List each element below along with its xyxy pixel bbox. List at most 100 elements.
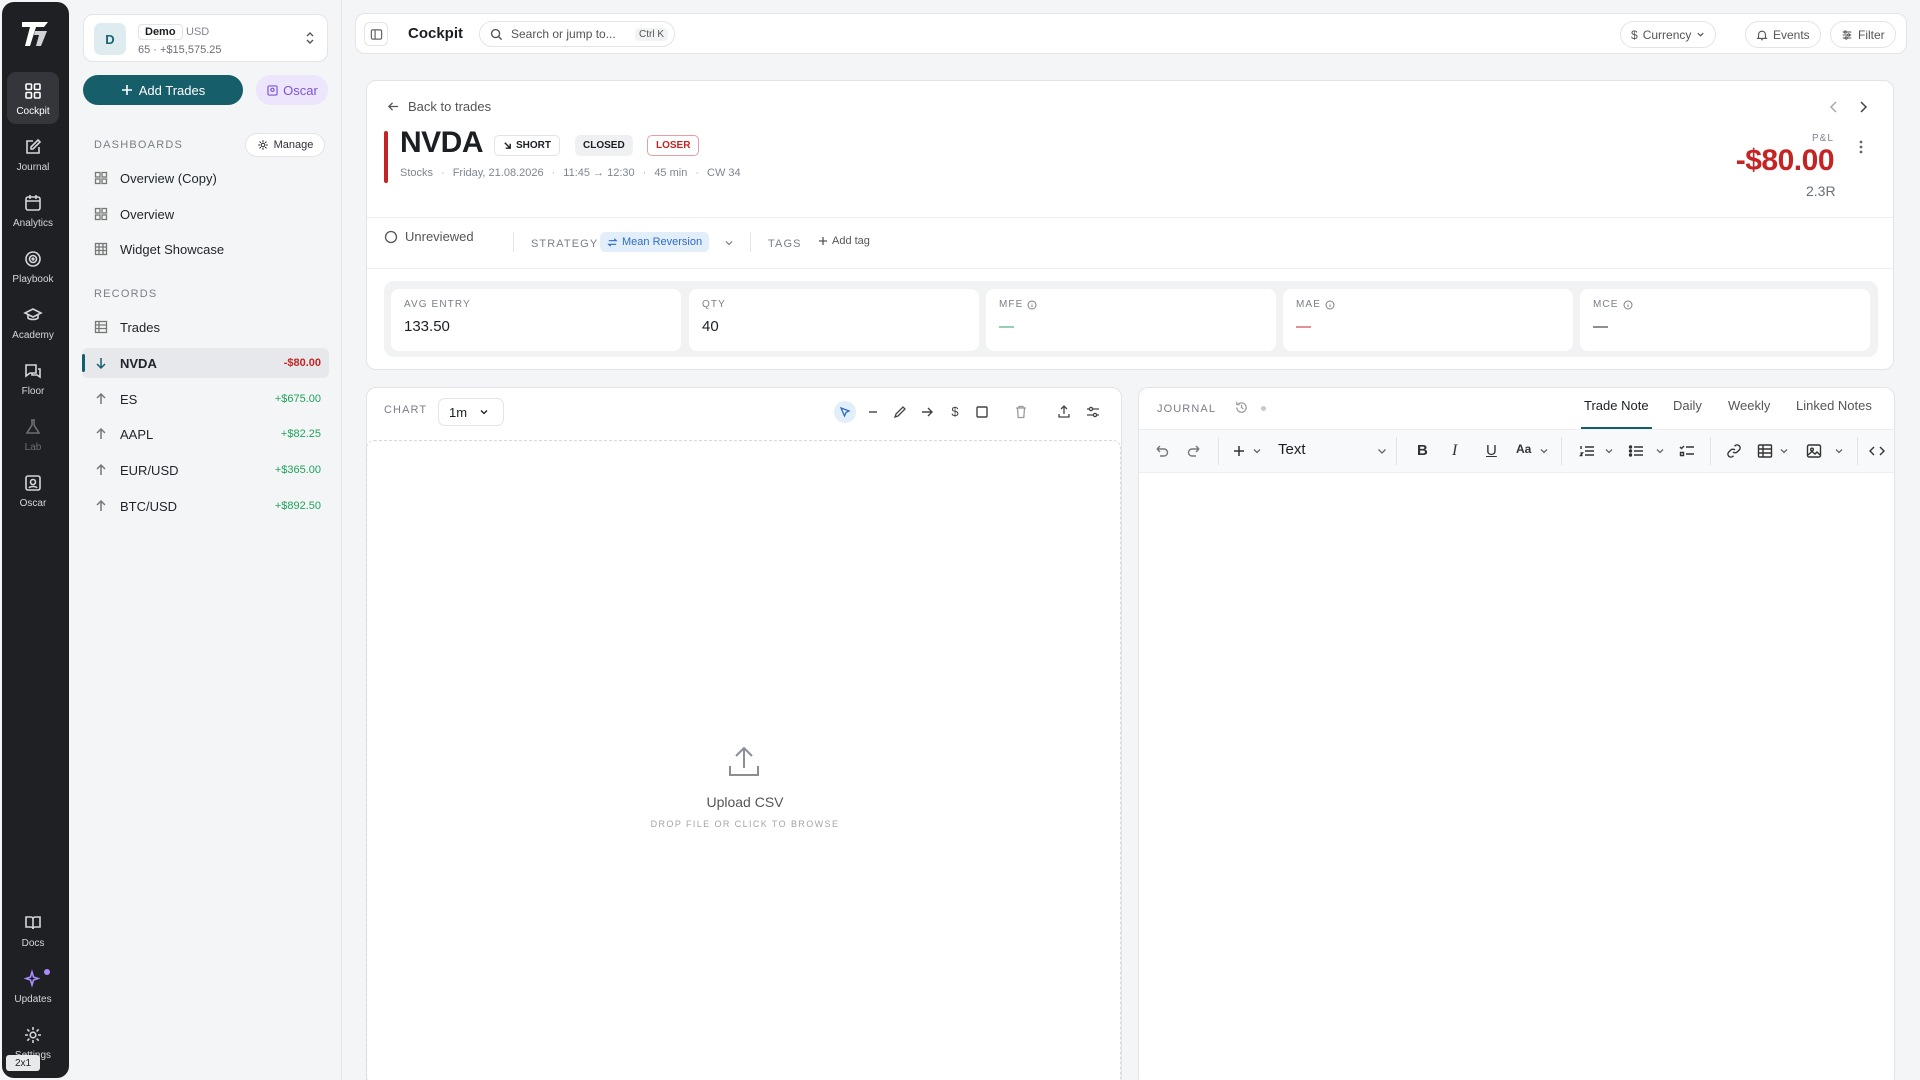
calendar-icon	[25, 195, 41, 211]
toolbar-divider	[1396, 437, 1397, 465]
nav-floor[interactable]: Floor	[7, 352, 59, 404]
dashboard-item[interactable]: Overview	[82, 199, 329, 229]
block-type-select[interactable]: Text	[1278, 441, 1306, 458]
record-symbol: EUR/USD	[120, 462, 179, 478]
chevron-down-icon[interactable]	[1252, 442, 1262, 460]
add-tag-button[interactable]: Add tag	[818, 235, 870, 247]
tab-weekly[interactable]: Weekly	[1728, 398, 1770, 413]
italic-icon[interactable]: I	[1452, 442, 1470, 460]
chevron-down-icon[interactable]	[1779, 442, 1789, 460]
stat-value: —	[1593, 318, 1608, 335]
chevron-down-icon[interactable]	[1604, 442, 1614, 460]
nav-updates[interactable]: Updates	[7, 960, 59, 1012]
nav-cockpit[interactable]: Cockpit	[7, 72, 59, 124]
price-tool-icon[interactable]: $	[947, 404, 963, 420]
journal-editor[interactable]	[1139, 474, 1894, 1080]
nav-lab[interactable]: Lab	[7, 408, 59, 460]
cursor-icon	[839, 406, 851, 418]
chevron-left-icon[interactable]	[1826, 99, 1842, 115]
cursor-tool-button[interactable]	[834, 401, 856, 423]
currency-button[interactable]: $ Currency	[1620, 21, 1717, 48]
add-trades-button[interactable]: Add Trades	[83, 75, 243, 105]
arrow-up-icon	[96, 463, 106, 475]
journal-label: JOURNAL	[1157, 403, 1217, 415]
bold-icon[interactable]: B	[1417, 442, 1435, 460]
back-to-trades-link[interactable]: Back to trades	[387, 99, 491, 114]
chevron-down-icon[interactable]	[1376, 442, 1388, 460]
timeframe-select[interactable]: 1m	[438, 398, 504, 426]
manage-button[interactable]: Manage	[245, 133, 325, 157]
toolbar-divider	[1561, 437, 1562, 465]
trash-icon[interactable]	[1013, 404, 1029, 420]
checklist-icon[interactable]	[1678, 442, 1696, 460]
record-item-aapl[interactable]: AAPL +$82.25	[82, 419, 329, 449]
undo-icon[interactable]	[1152, 442, 1170, 460]
history-icon[interactable]	[1234, 400, 1249, 415]
stat-card: MAE —	[1283, 289, 1573, 351]
chevron-down-icon[interactable]	[1834, 442, 1844, 460]
add-tag-label: Add tag	[832, 235, 870, 247]
info-icon[interactable]	[1325, 300, 1335, 310]
nav-academy[interactable]: Academy	[7, 296, 59, 348]
underline-icon[interactable]: U	[1486, 442, 1504, 460]
record-item-eurusd[interactable]: EUR/USD +$365.00	[82, 455, 329, 485]
tab-daily[interactable]: Daily	[1673, 398, 1702, 413]
divider	[367, 268, 1893, 269]
strategy-chip[interactable]: Mean Reversion	[600, 232, 710, 252]
info-icon[interactable]	[1623, 300, 1633, 310]
dashboard-item[interactable]: Overview (Copy)	[82, 163, 329, 193]
layout-badge: 2x1	[6, 1055, 40, 1071]
stat-label: MAE	[1296, 299, 1321, 310]
record-item-btcusd[interactable]: BTC/USD +$892.50	[82, 491, 329, 521]
stat-value: 40	[702, 318, 719, 335]
arrow-tool-icon[interactable]	[919, 404, 935, 420]
search-input[interactable]: Search or jump to... Ctrl K	[479, 21, 675, 47]
plus-icon	[819, 237, 827, 245]
code-view-icon[interactable]	[1868, 442, 1886, 460]
line-tool-icon[interactable]	[865, 404, 881, 420]
stat-card: AVG ENTRY 133.50	[391, 289, 681, 351]
search-icon	[490, 28, 503, 40]
font-size-icon[interactable]: Aa	[1516, 442, 1536, 460]
image-icon[interactable]	[1805, 442, 1823, 460]
export-icon[interactable]	[1056, 404, 1072, 420]
table-icon[interactable]	[1756, 442, 1774, 460]
review-status-button[interactable]: Unreviewed	[384, 229, 474, 244]
nav-playbook[interactable]: Playbook	[7, 240, 59, 292]
bullet-list-icon[interactable]	[1627, 442, 1645, 460]
sidebar-toggle-button[interactable]	[364, 22, 388, 46]
updates-dot	[44, 969, 50, 975]
tab-linked-notes[interactable]: Linked Notes	[1796, 398, 1872, 413]
filter-button[interactable]: Filter	[1830, 21, 1896, 48]
chevron-down-icon[interactable]	[724, 238, 734, 248]
info-icon[interactable]	[1027, 300, 1037, 310]
oscar-button[interactable]: Oscar	[256, 75, 328, 105]
account-switcher[interactable]: D Demo USD 65 · +$15,575.25	[83, 14, 328, 62]
ordered-list-icon[interactable]	[1578, 442, 1596, 460]
tab-trade-note[interactable]: Trade Note	[1584, 398, 1649, 413]
chevron-down-icon[interactable]	[1539, 442, 1549, 460]
rectangle-tool-icon[interactable]	[974, 404, 990, 420]
nav-analytics[interactable]: Analytics	[7, 184, 59, 236]
events-button[interactable]: Events	[1745, 21, 1821, 48]
redo-icon[interactable]	[1186, 442, 1204, 460]
upload-subtitle: DROP FILE OR CLICK TO BROWSE	[650, 819, 840, 829]
nav-docs[interactable]: Docs	[7, 904, 59, 956]
settings-sliders-icon[interactable]	[1085, 404, 1101, 420]
nav-oscar[interactable]: Oscar	[7, 464, 59, 516]
record-item-nvda[interactable]: NVDA -$80.00	[82, 348, 329, 378]
more-icon[interactable]	[1853, 138, 1869, 156]
pencil-tool-icon[interactable]	[892, 404, 908, 420]
insert-plus-icon[interactable]	[1230, 442, 1248, 460]
nav-journal[interactable]: Journal	[7, 128, 59, 180]
link-icon[interactable]	[1725, 442, 1743, 460]
add-trades-label: Add Trades	[138, 82, 206, 98]
trades-item[interactable]: Trades	[82, 312, 329, 342]
record-symbol: ES	[120, 391, 138, 407]
chevron-right-icon[interactable]	[1855, 99, 1871, 115]
graduation-cap-icon	[23, 308, 43, 321]
trade-duration: 45 min	[654, 167, 688, 179]
record-item-es[interactable]: ES +$675.00	[82, 384, 329, 414]
chevron-down-icon[interactable]	[1655, 442, 1665, 460]
dashboard-item[interactable]: Widget Showcase	[82, 234, 329, 264]
